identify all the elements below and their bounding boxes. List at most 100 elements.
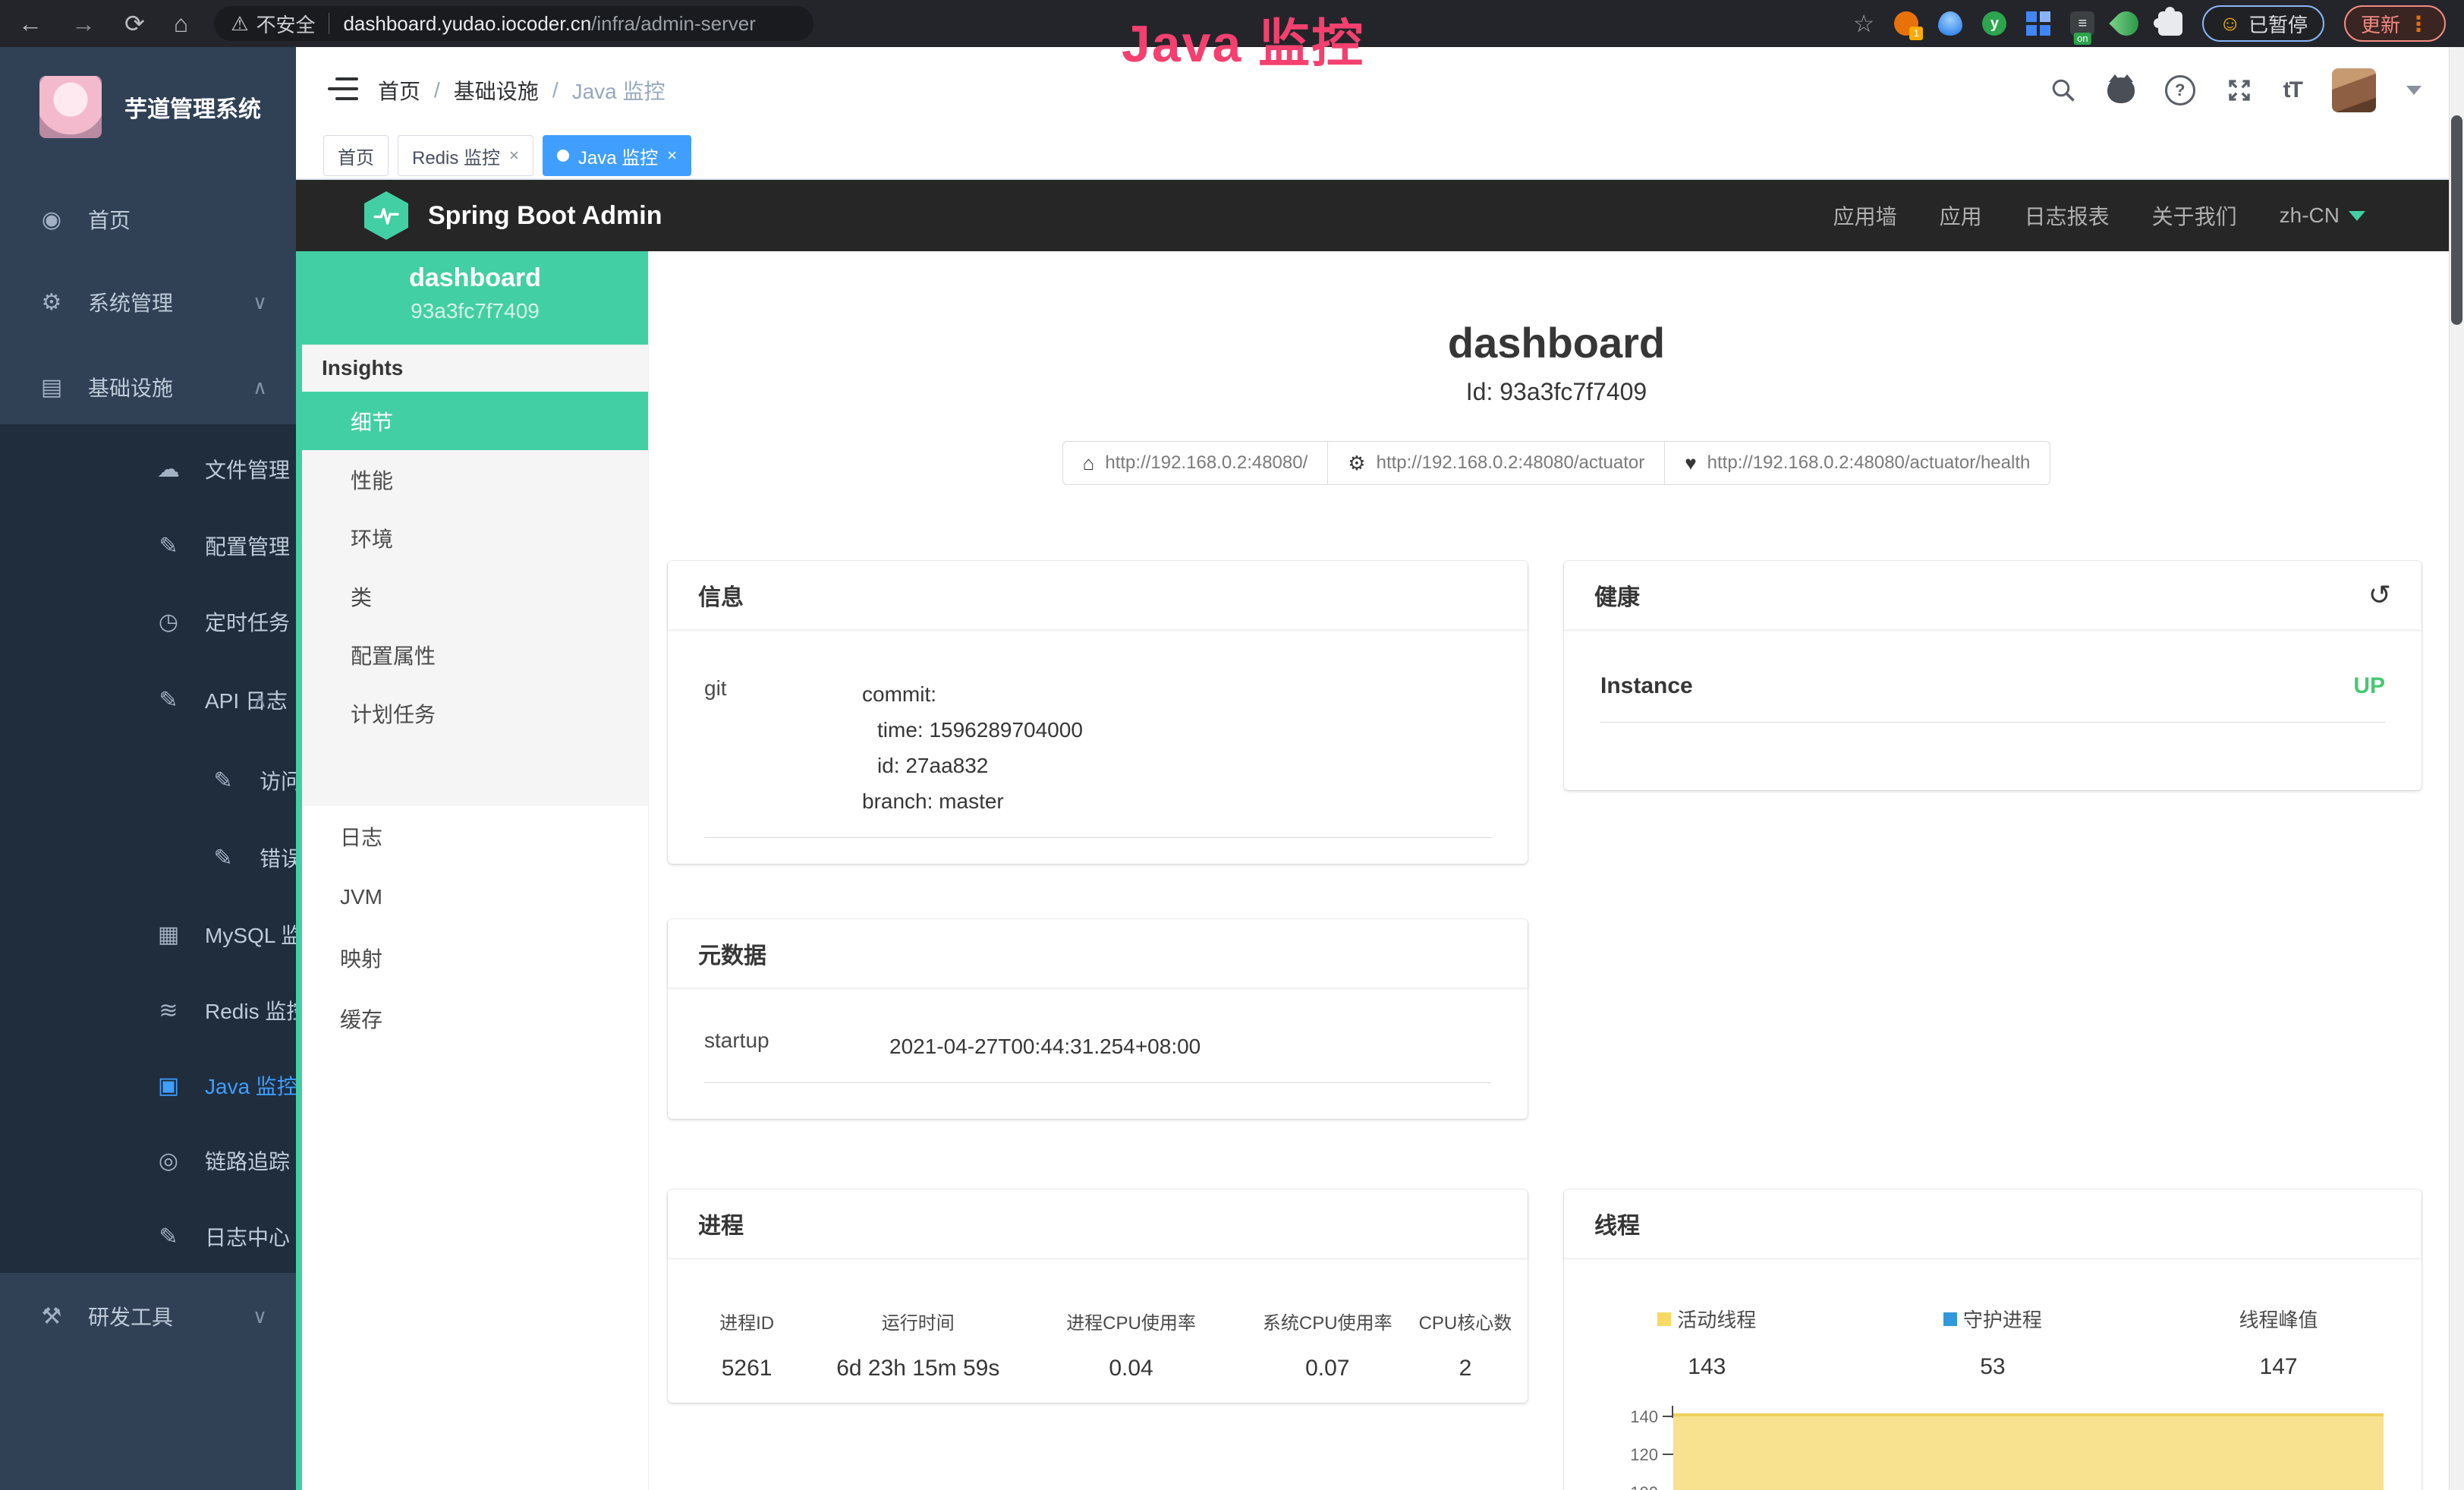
paused-badge[interactable]: ☺ 已暂停 xyxy=(2202,5,2324,42)
wrench-icon: ⚙ xyxy=(1348,452,1365,475)
breadcrumb-infra[interactable]: 基础设施 xyxy=(454,75,539,106)
bookmark-star-icon[interactable]: ☆ xyxy=(1853,9,1875,38)
page-scrollbar[interactable] xyxy=(2449,47,2464,1490)
sba-item-jvm[interactable]: JVM xyxy=(302,867,648,928)
address-bar[interactable]: ⚠ 不安全 dashboard.yudao.iocoder.cn /infra/… xyxy=(214,6,813,41)
extension-grid-icon[interactable] xyxy=(2026,11,2050,36)
breadcrumb-current: Java 监控 xyxy=(572,75,666,106)
monitor-icon: ▤ xyxy=(35,374,68,401)
tab-redis-monitor[interactable]: Redis 监控 × xyxy=(398,135,533,176)
search-icon[interactable] xyxy=(2050,77,2077,104)
browser-menu-icon[interactable]: ⋮ xyxy=(2408,11,2429,36)
health-instance-row[interactable]: Instance UP xyxy=(1600,629,2385,723)
process-column-cpus: CPU核心数 2 xyxy=(1415,1308,1515,1381)
url-host[interactable]: dashboard.yudao.iocoder.cn xyxy=(343,12,591,36)
y-tick-140: 140 xyxy=(1564,1407,1658,1427)
security-label[interactable]: 不安全 xyxy=(256,10,315,38)
sba-main: dashboard Id: 93a3fc7f7409 ⌂ http://192.… xyxy=(649,251,2464,1490)
actuator-url-button[interactable]: ⚙ http://192.168.0.2:48080/actuator xyxy=(1327,441,1665,485)
extension-list-icon[interactable]: ≡on xyxy=(2070,11,2094,36)
history-icon[interactable]: ↺ xyxy=(2368,579,2391,611)
sba-accent-bar xyxy=(296,251,302,1490)
sba-item-logfile[interactable]: 日志 xyxy=(302,806,648,867)
sidebar-item-java-monitor[interactable]: ▣ Java 监控 xyxy=(0,1062,296,1109)
sidebar-item-label: 首页 xyxy=(88,204,131,235)
sidebar-collapse-icon[interactable] xyxy=(328,76,358,103)
admin-sidebar: 芋道管理系统 ◉ 首页 ⚙ 系统管理 ∨ ▤ 基础设施 ∧ ☁ 文件管理 ✎ 配… xyxy=(0,47,296,1490)
url-path[interactable]: /infra/admin-server xyxy=(591,12,756,36)
sidebar-item-scheduled-job[interactable]: ◷ 定时任务 xyxy=(0,598,296,645)
sba-item-metrics[interactable]: 性能 xyxy=(302,450,648,509)
sidebar-item-dev-tools[interactable]: ⚒ 研发工具 ∨ xyxy=(0,1293,296,1340)
sba-nav-applications[interactable]: 应用 xyxy=(1940,200,1982,231)
browser-back-icon[interactable]: ← xyxy=(18,0,42,47)
sidebar-item-trace[interactable]: ◎ 链路追踪 xyxy=(0,1137,296,1184)
edit-icon: ✎ xyxy=(152,533,185,559)
sba-item-scheduled-tasks[interactable]: 计划任务 xyxy=(302,684,648,742)
sidebar-item-label: 基础设施 xyxy=(88,372,173,402)
sba-brand-title[interactable]: Spring Boot Admin xyxy=(428,201,662,231)
sba-instance-header[interactable]: dashboard 93a3fc7f7409 xyxy=(302,251,648,345)
sba-item-environment[interactable]: 环境 xyxy=(302,509,648,567)
browser-home-icon[interactable]: ⌂ xyxy=(174,0,188,47)
sidebar-item-log-center[interactable]: ✎ 日志中心 xyxy=(0,1213,296,1260)
user-avatar[interactable] xyxy=(2332,68,2376,112)
health-url-button[interactable]: ♥ http://192.168.0.2:48080/actuator/heal… xyxy=(1664,441,2050,485)
sba-item-caches[interactable]: 缓存 xyxy=(302,988,648,1049)
home-icon: ⌂ xyxy=(1083,452,1095,475)
sba-item-configprops[interactable]: 配置属性 xyxy=(302,625,648,684)
sidebar-item-error-log[interactable]: ✎ 错误日志 xyxy=(0,834,296,881)
sidebar-item-file-manage[interactable]: ☁ 文件管理 xyxy=(0,446,296,493)
sba-item-mappings[interactable]: 映射 xyxy=(302,928,648,988)
breadcrumb-home[interactable]: 首页 xyxy=(378,75,420,106)
sidebar-item-mysql-monitor[interactable]: ▦ MySQL 监控 xyxy=(0,911,296,958)
sba-language-select[interactable]: zh-CN xyxy=(2280,203,2365,228)
service-url-button[interactable]: ⌂ http://192.168.0.2:48080/ xyxy=(1062,441,1329,485)
sba-item-classes[interactable]: 类 xyxy=(302,567,648,625)
font-size-icon[interactable]: tT xyxy=(2283,77,2302,103)
extension-y-icon[interactable]: y xyxy=(1982,11,2006,36)
sba-nav-about[interactable]: 关于我们 xyxy=(2152,200,2237,231)
spring-boot-admin-logo xyxy=(364,191,408,240)
extension-drop-icon[interactable] xyxy=(1938,11,1962,36)
column-header: 系统CPU使用率 xyxy=(1240,1308,1415,1334)
sidebar-item-api-log[interactable]: ✎ API 日志 ∧ xyxy=(0,676,296,723)
metadata-row: startup 2021-04-27T00:44:31.254+08:00 xyxy=(704,988,1491,1083)
list-glyph: ≡ xyxy=(2079,15,2088,33)
security-warning-icon[interactable]: ⚠ xyxy=(231,12,248,36)
sba-nav-journal[interactable]: 日志报表 xyxy=(2025,200,2110,231)
fullscreen-icon[interactable] xyxy=(2226,77,2253,104)
browser-forward-icon[interactable]: → xyxy=(71,0,96,47)
tab-home[interactable]: 首页 xyxy=(323,135,389,176)
github-icon[interactable] xyxy=(2107,77,2135,103)
user-menu-caret-icon[interactable] xyxy=(2406,86,2422,95)
git-branch-line: branch: master xyxy=(862,783,1491,819)
sidebar-item-redis-monitor[interactable]: ≋ Redis 监控 xyxy=(0,987,296,1034)
close-icon[interactable]: × xyxy=(509,146,519,165)
extension-puzzle-icon[interactable] xyxy=(2158,11,2182,36)
help-icon[interactable]: ? xyxy=(2165,75,2195,106)
sidebar-item-home[interactable]: ◉ 首页 xyxy=(0,196,296,243)
sidebar-item-access-log[interactable]: ✎ 访问日志 xyxy=(0,757,296,804)
sidebar-item-config-manage[interactable]: ✎ 配置管理 xyxy=(0,522,296,569)
sba-item-details[interactable]: 细节 xyxy=(302,392,648,450)
breadcrumb-separator: / xyxy=(552,78,559,102)
close-icon[interactable]: × xyxy=(667,146,677,165)
column-value: 6d 23h 15m 59s xyxy=(813,1356,1022,1381)
scrollbar-thumb[interactable] xyxy=(2451,115,2462,325)
update-button[interactable]: 更新 ⋮ xyxy=(2344,5,2446,42)
sidebar-logo-row[interactable]: 芋道管理系统 xyxy=(0,47,296,138)
tab-java-monitor[interactable]: Java 监控 × xyxy=(543,135,691,176)
sba-nav-wall[interactable]: 应用墙 xyxy=(1833,200,1897,231)
tab-label: Redis 监控 xyxy=(412,143,500,169)
tab-label: 首页 xyxy=(338,143,374,169)
redis-stack-icon: ≋ xyxy=(152,997,185,1024)
extension-leaf-icon[interactable] xyxy=(2110,6,2144,40)
header-actions: ? tT xyxy=(2050,47,2422,133)
sidebar-item-label: 系统管理 xyxy=(88,287,173,317)
sidebar-item-system[interactable]: ⚙ 系统管理 ∨ xyxy=(0,279,296,326)
sidebar-item-infra[interactable]: ▤ 基础设施 ∧ xyxy=(0,364,296,411)
extension-orange-icon[interactable]: 1 xyxy=(1894,11,1918,36)
y-tick-120: 120 xyxy=(1564,1445,1658,1465)
browser-reload-icon[interactable]: ⟳ xyxy=(124,0,145,47)
